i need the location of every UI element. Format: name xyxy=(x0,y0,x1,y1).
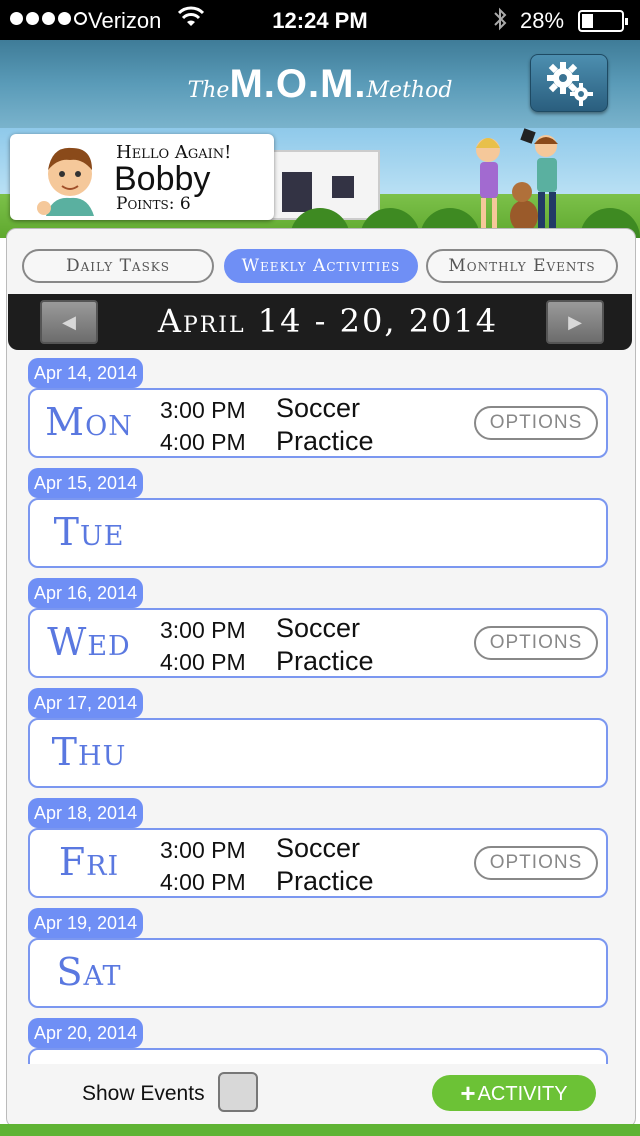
date-label: Apr 16, 2014 xyxy=(28,578,144,608)
activity-name-line2: Practice xyxy=(276,866,374,896)
options-button[interactable]: OPTIONS xyxy=(474,406,598,440)
activity-name-line1: Soccer xyxy=(276,393,361,423)
activity-name: Soccer Practice xyxy=(276,392,374,458)
day-card[interactable]: Mon 3:00 PM 4:00 PM Soccer Practice OPTI… xyxy=(28,388,608,458)
bluetooth-icon xyxy=(492,6,508,38)
arrow-left-icon: ◀ xyxy=(62,312,76,332)
battery-percent: 28% xyxy=(520,8,565,33)
plus-icon: + xyxy=(460,1078,476,1108)
show-events-checkbox[interactable] xyxy=(218,1072,258,1112)
status-bar: Verizon 12:24 PM 28% xyxy=(0,0,640,40)
kids-illustration xyxy=(466,128,576,244)
gears-icon xyxy=(547,62,593,106)
activity-name-line2: Practice xyxy=(276,426,374,456)
end-time: 4:00 PM xyxy=(160,649,246,675)
next-week-button[interactable]: ▶ xyxy=(546,300,604,344)
date-label: Apr 17, 2014 xyxy=(28,688,144,718)
day-name: Wed xyxy=(47,620,131,664)
day-name: Mon xyxy=(45,400,133,444)
day-card[interactable]: Thu xyxy=(28,718,608,788)
start-time: 3:00 PM xyxy=(160,397,246,423)
options-button[interactable]: OPTIONS xyxy=(474,626,598,660)
avatar xyxy=(32,140,108,216)
activity-times: 3:00 PM 4:00 PM xyxy=(160,834,246,898)
activity-name-line2: Practice xyxy=(276,646,374,676)
date-label: Apr 14, 2014 xyxy=(28,358,144,388)
date-label: Apr 18, 2014 xyxy=(28,798,144,828)
end-time: 4:00 PM xyxy=(160,429,246,455)
day-card[interactable]: Sat xyxy=(28,938,608,1008)
activity-name: Soccer Practice xyxy=(276,832,374,898)
points-counter: Points: 6 xyxy=(116,194,191,214)
date-label: Apr 15, 2014 xyxy=(28,468,144,498)
start-time: 3:00 PM xyxy=(160,617,246,643)
date-label: Apr 19, 2014 xyxy=(28,908,144,938)
day-card[interactable]: Fri 3:00 PM 4:00 PM Soccer Practice OPTI… xyxy=(28,828,608,898)
tab-weekly-activities[interactable]: Weekly Activities xyxy=(224,249,418,283)
arrow-right-icon: ▶ xyxy=(568,312,582,332)
day-list[interactable]: Apr 14, 2014 Mon 3:00 PM 4:00 PM Soccer … xyxy=(28,358,608,1068)
activity-times: 3:00 PM 4:00 PM xyxy=(160,394,246,458)
day-name: Tue xyxy=(53,510,125,554)
day-name: Fri xyxy=(58,840,120,884)
activity-times: 3:00 PM 4:00 PM xyxy=(160,614,246,678)
date-label: Apr 20, 2014 xyxy=(28,1018,144,1048)
grass-edge xyxy=(0,1124,640,1136)
day-name: Sat xyxy=(56,950,122,994)
tab-monthly-events[interactable]: Monthly Events xyxy=(426,249,618,283)
start-time: 3:00 PM xyxy=(160,837,246,863)
settings-button[interactable] xyxy=(530,54,608,112)
show-events-label: Show Events xyxy=(82,1082,205,1105)
greeting-card: Hello Again! Bobby Points: 6 xyxy=(10,134,274,220)
week-navigator: ◀ April 14 - 20, 2014 ▶ xyxy=(8,294,632,350)
day-card[interactable]: Tue xyxy=(28,498,608,568)
previous-week-button[interactable]: ◀ xyxy=(40,300,98,344)
end-time: 4:00 PM xyxy=(160,869,246,895)
add-activity-button[interactable]: + ACTIVITY xyxy=(432,1075,596,1111)
add-activity-label: ACTIVITY xyxy=(477,1083,568,1105)
activity-name-line1: Soccer xyxy=(276,833,361,863)
activity-name-line1: Soccer xyxy=(276,613,361,643)
day-name: Thu xyxy=(51,730,127,774)
tab-daily-tasks[interactable]: Daily Tasks xyxy=(22,249,214,283)
day-card[interactable]: Wed 3:00 PM 4:00 PM Soccer Practice OPTI… xyxy=(28,608,608,678)
app-header: TheM.O.M.Method xyxy=(0,40,640,128)
options-button[interactable]: OPTIONS xyxy=(474,846,598,880)
week-range-title: April 14 - 20, 2014 xyxy=(157,302,499,340)
battery-icon xyxy=(578,10,628,32)
activity-name: Soccer Practice xyxy=(276,612,374,678)
